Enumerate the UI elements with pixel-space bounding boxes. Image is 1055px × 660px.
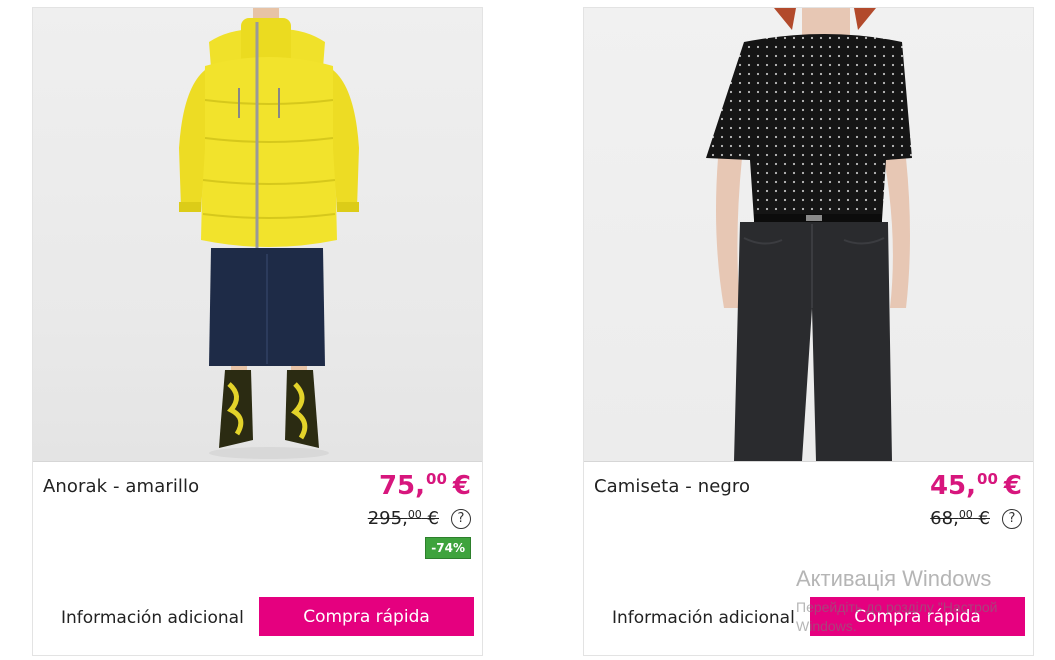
product-name[interactable]: Anorak - amarillo: [43, 476, 199, 497]
price-help-icon[interactable]: ?: [451, 508, 471, 529]
old-price-row: 295,00 € ?: [368, 508, 471, 529]
additional-info-link[interactable]: Información adicional: [612, 608, 795, 628]
old-price-currency: €: [427, 508, 439, 529]
product-name[interactable]: Camiseta - negro: [594, 476, 750, 497]
discount-badge: -74%: [425, 537, 471, 559]
old-price-main: 68,: [930, 508, 959, 529]
card-divider: [33, 461, 482, 462]
old-price-main: 295,: [367, 508, 408, 529]
product-card-anorak[interactable]: Anorak - amarillo 75,00 € 295,00 € ? -74%…: [32, 7, 483, 656]
price-main: 75,: [378, 471, 426, 501]
price-currency: €: [1003, 471, 1022, 501]
card-divider: [584, 461, 1033, 462]
price-main: 45,: [929, 471, 977, 501]
quick-buy-button[interactable]: Compra rápida: [810, 597, 1025, 636]
product-card-tshirt[interactable]: Camiseta - negro 45,00 € 68,00 € ? Inform…: [583, 7, 1034, 656]
price-currency: €: [452, 471, 471, 501]
additional-info-link[interactable]: Información adicional: [61, 608, 244, 628]
current-price: 45,00 €: [930, 470, 1022, 501]
product-image-tshirt[interactable]: [584, 8, 1033, 461]
price-cents: 00: [977, 470, 998, 488]
product-image-anorak[interactable]: [33, 8, 482, 461]
old-price-currency: €: [978, 508, 990, 529]
product-grid: Anorak - amarillo 75,00 € 295,00 € ? -74%…: [0, 0, 1055, 660]
old-price: 295,00 €: [368, 508, 439, 529]
old-price-row: 68,00 € ?: [930, 508, 1022, 529]
price-help-icon[interactable]: ?: [1002, 508, 1022, 529]
old-price-cents: 00: [958, 508, 973, 521]
quick-buy-button[interactable]: Compra rápida: [259, 597, 474, 636]
old-price: 68,00 €: [930, 508, 990, 529]
old-price-cents: 00: [407, 508, 422, 521]
current-price: 75,00 €: [379, 470, 471, 501]
price-cents: 00: [426, 470, 447, 488]
